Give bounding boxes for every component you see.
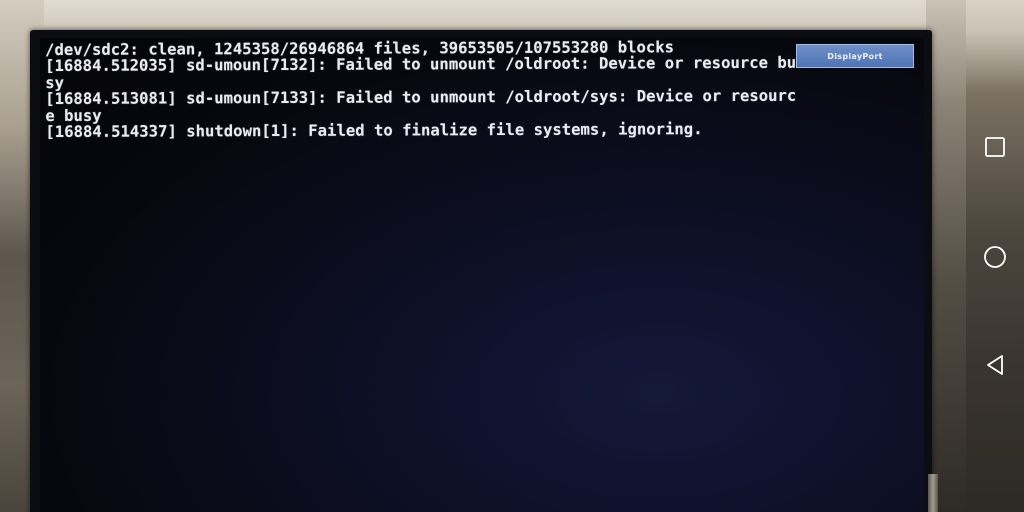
recents-button[interactable] <box>966 118 1024 176</box>
home-button[interactable] <box>966 228 1024 286</box>
square-recents-icon <box>985 137 1005 157</box>
photo-scene: /dev/sdc2: clean, 1245358/26946864 files… <box>0 0 1024 512</box>
circle-home-icon <box>984 246 1006 268</box>
input-source-label: DisplayPort <box>827 51 883 61</box>
console-line: [16884.514337] shutdown[1]: Failed to fi… <box>45 120 703 141</box>
monitor-screen: /dev/sdc2: clean, 1245358/26946864 files… <box>40 38 924 512</box>
android-navigation-bar <box>966 0 1024 512</box>
triangle-back-icon <box>987 355 1003 375</box>
input-source-osd: DisplayPort <box>796 44 914 68</box>
console-output: /dev/sdc2: clean, 1245358/26946864 files… <box>45 38 923 140</box>
back-button[interactable] <box>966 336 1024 394</box>
wall-background-right <box>926 0 966 512</box>
monitor-stand <box>928 474 938 512</box>
